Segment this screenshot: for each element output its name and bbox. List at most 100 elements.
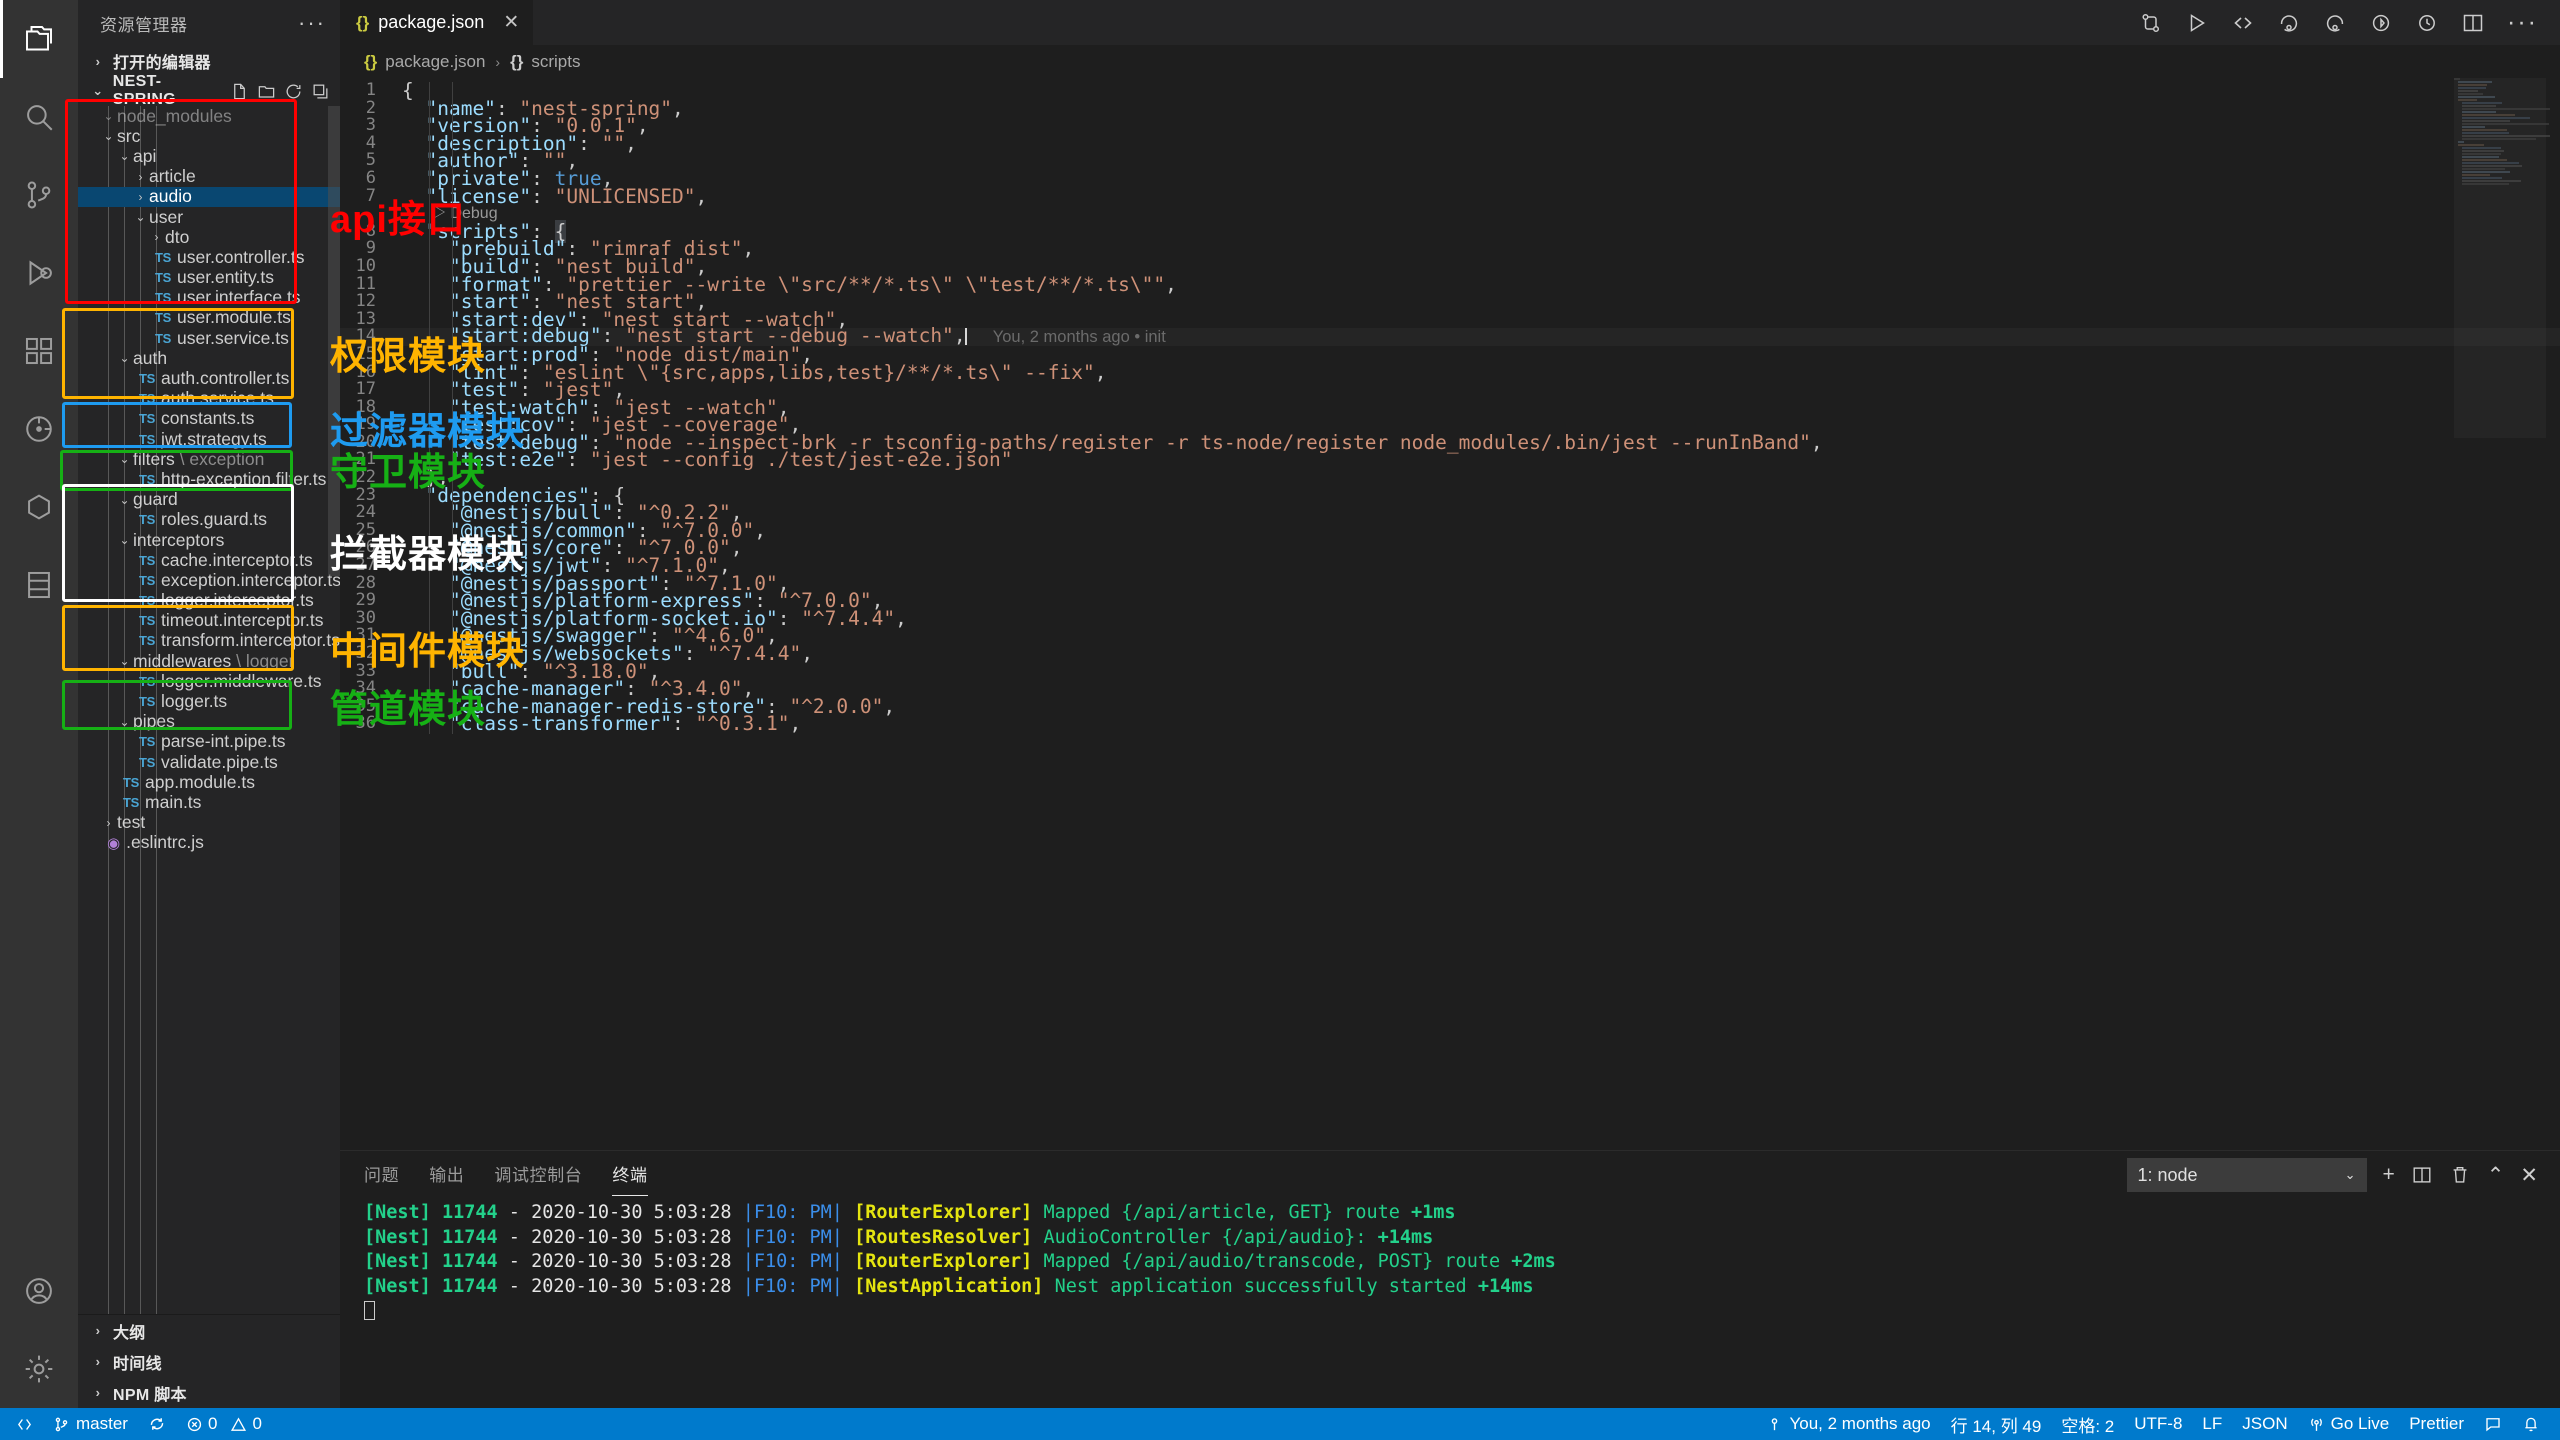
activity-extensions[interactable]: [0, 312, 78, 390]
tree-folder[interactable]: ⌄ filters \ exception: [78, 449, 340, 469]
section-npm-scripts[interactable]: › NPM 脚本: [78, 1377, 340, 1408]
close-panel-icon[interactable]: ✕: [2520, 1163, 2538, 1188]
editor-scrollbar[interactable]: [2546, 78, 2560, 1150]
code-line[interactable]: 16 "lint": "eslint \"{src,apps,libs,test…: [340, 362, 2560, 382]
panel-tab-problems[interactable]: 问题: [364, 1161, 399, 1190]
status-remote[interactable]: [6, 1408, 43, 1440]
tree-folder[interactable]: ⌄ node_modules: [78, 106, 340, 126]
tree-file[interactable]: TS logger.middleware.ts: [78, 671, 340, 691]
code-line[interactable]: 32 "@nestjs/websockets": "^7.4.4",: [340, 644, 2560, 664]
status-go-live[interactable]: Go Live: [2298, 1408, 2400, 1440]
tree-folder[interactable]: › article: [78, 166, 340, 187]
sidebar-more-actions[interactable]: ···: [298, 10, 326, 36]
tree-file[interactable]: TS timeout.interceptor.ts: [78, 610, 340, 631]
tree-folder[interactable]: ⌄ src: [78, 126, 340, 146]
tree-folder[interactable]: ⌄ interceptors: [78, 530, 340, 550]
tree-file[interactable]: TS logger.ts: [78, 691, 340, 711]
maximize-panel-icon[interactable]: ⌃: [2487, 1163, 2505, 1188]
watch-icon[interactable]: [2415, 11, 2439, 35]
tree-file[interactable]: TS validate.pipe.ts: [78, 752, 340, 772]
code-line[interactable]: 2 "name": "nest-spring",: [340, 98, 2560, 118]
tree-file[interactable]: TS user.entity.ts: [78, 267, 340, 288]
code-editor[interactable]: 1 {2 "name": "nest-spring", 3 "version": "…: [340, 78, 2560, 1150]
section-project-root[interactable]: ⌄ NEST-SPRING: [78, 73, 340, 108]
activity-test[interactable]: [0, 390, 78, 468]
run-icon[interactable]: [2185, 11, 2209, 35]
activity-explorer[interactable]: [0, 0, 78, 78]
tree-file[interactable]: TS main.ts: [78, 792, 340, 812]
code-line[interactable]: 5 "author": "",: [340, 151, 2560, 171]
terminal-output[interactable]: [Nest] 11744 - 2020-10-30 5:03:28 |F10: …: [340, 1199, 2560, 1324]
code-lines[interactable]: 1 {2 "name": "nest-spring", 3 "version": "…: [340, 78, 2560, 734]
new-terminal-icon[interactable]: +: [2383, 1163, 2395, 1187]
collapse-all-icon[interactable]: [311, 82, 330, 101]
minimap[interactable]: [2454, 78, 2550, 1150]
new-file-icon[interactable]: [230, 82, 249, 101]
tree-file[interactable]: TS logger.interceptor.ts: [78, 590, 340, 611]
activity-search[interactable]: [0, 78, 78, 156]
panel-tab-output[interactable]: 输出: [429, 1161, 464, 1190]
code-line[interactable]: 3 "version": "0.0.1",: [340, 116, 2560, 136]
status-sync[interactable]: [138, 1408, 176, 1440]
tree-folder[interactable]: ⌄ guard: [78, 489, 340, 510]
section-open-editors[interactable]: › 打开的编辑器: [78, 46, 340, 76]
status-indentation[interactable]: 空格: 2: [2051, 1408, 2124, 1440]
section-outline[interactable]: › 大纲: [78, 1315, 340, 1346]
tree-folder[interactable]: ⌄ user: [78, 207, 340, 227]
refresh-icon[interactable]: [284, 82, 303, 101]
kill-terminal-icon[interactable]: [2449, 1164, 2471, 1186]
code-line[interactable]: 21 "test:e2e": "jest --config ./test/jes…: [340, 450, 2560, 470]
status-encoding[interactable]: UTF-8: [2124, 1408, 2192, 1440]
activity-run-and-debug[interactable]: [0, 234, 78, 312]
tree-file[interactable]: TS roles.guard.ts: [78, 509, 340, 530]
tree-folder[interactable]: ⌄ middlewares \ logger: [78, 651, 340, 671]
status-branch[interactable]: master: [43, 1408, 138, 1440]
tree-file[interactable]: TS jwt.strategy.ts: [78, 429, 340, 449]
tree-folder[interactable]: › audio: [78, 186, 340, 207]
status-eol[interactable]: LF: [2192, 1408, 2232, 1440]
activity-source-control[interactable]: [0, 156, 78, 234]
diff-icon[interactable]: [2139, 11, 2163, 35]
status-feedback[interactable]: [2474, 1408, 2512, 1440]
code-line[interactable]: 4 "description": "",: [340, 134, 2560, 154]
tree-file[interactable]: TS parse-int.pipe.ts: [78, 731, 340, 752]
close-icon[interactable]: ✕: [503, 11, 519, 34]
tree-folder[interactable]: ⌄ pipes: [78, 711, 340, 732]
debug-step-into-icon[interactable]: [2323, 11, 2347, 35]
status-prettier[interactable]: Prettier: [2399, 1408, 2474, 1440]
tree-file[interactable]: TS user.module.ts: [78, 307, 340, 328]
file-tree[interactable]: ⌄ node_modules ⌄ src ⌄ api › article › audio ⌄ user…: [78, 106, 340, 1314]
tree-file[interactable]: TS exception.interceptor.ts: [78, 570, 340, 590]
tree-file[interactable]: TS user.controller.ts: [78, 247, 340, 267]
tree-file[interactable]: TS auth.controller.ts: [78, 368, 340, 388]
tree-file[interactable]: TS cache.interceptor.ts: [78, 550, 340, 570]
activity-docker[interactable]: [0, 468, 78, 546]
debug-step-over-icon[interactable]: [2277, 11, 2301, 35]
status-notifications[interactable]: [2512, 1408, 2550, 1440]
status-problems[interactable]: 0 0: [176, 1408, 272, 1440]
tree-folder[interactable]: › test: [78, 812, 340, 833]
code-line[interactable]: 7 "license": "UNLICENSED",: [340, 186, 2560, 206]
tree-file[interactable]: TS http-exception.filter.ts: [78, 469, 340, 489]
split-editor-icon[interactable]: [2461, 11, 2485, 35]
debug-alt-icon[interactable]: [2231, 11, 2255, 35]
status-language-mode[interactable]: JSON: [2232, 1408, 2297, 1440]
terminal-select[interactable]: 1: node ⌄: [2126, 1158, 2367, 1192]
more-actions-icon[interactable]: ···: [2507, 8, 2538, 37]
debug-restart-icon[interactable]: [2369, 11, 2393, 35]
tab-package-json[interactable]: {} package.json ✕: [340, 0, 535, 45]
tree-folder[interactable]: ⌄ api: [78, 146, 340, 166]
sidebar-scrollbar[interactable]: [328, 106, 340, 576]
tree-file[interactable]: TS constants.ts: [78, 408, 340, 429]
tree-file[interactable]: ◉ .eslintrc.js: [78, 832, 340, 853]
status-gitlens-blame[interactable]: You, 2 months ago: [1756, 1408, 1940, 1440]
new-folder-icon[interactable]: [257, 82, 276, 101]
panel-tab-terminal[interactable]: 终端: [612, 1161, 648, 1196]
tree-file[interactable]: TS user.service.ts: [78, 328, 340, 348]
tree-file[interactable]: TS transform.interceptor.ts: [78, 630, 340, 651]
section-timeline[interactable]: › 时间线: [78, 1346, 340, 1377]
codelens-debug-action[interactable]: ▷ Debug: [402, 205, 2560, 223]
split-terminal-icon[interactable]: [2411, 1164, 2433, 1186]
breadcrumb-symbol[interactable]: scripts: [531, 52, 580, 72]
status-cursor-position[interactable]: 行 14, 列 49: [1941, 1408, 2052, 1440]
